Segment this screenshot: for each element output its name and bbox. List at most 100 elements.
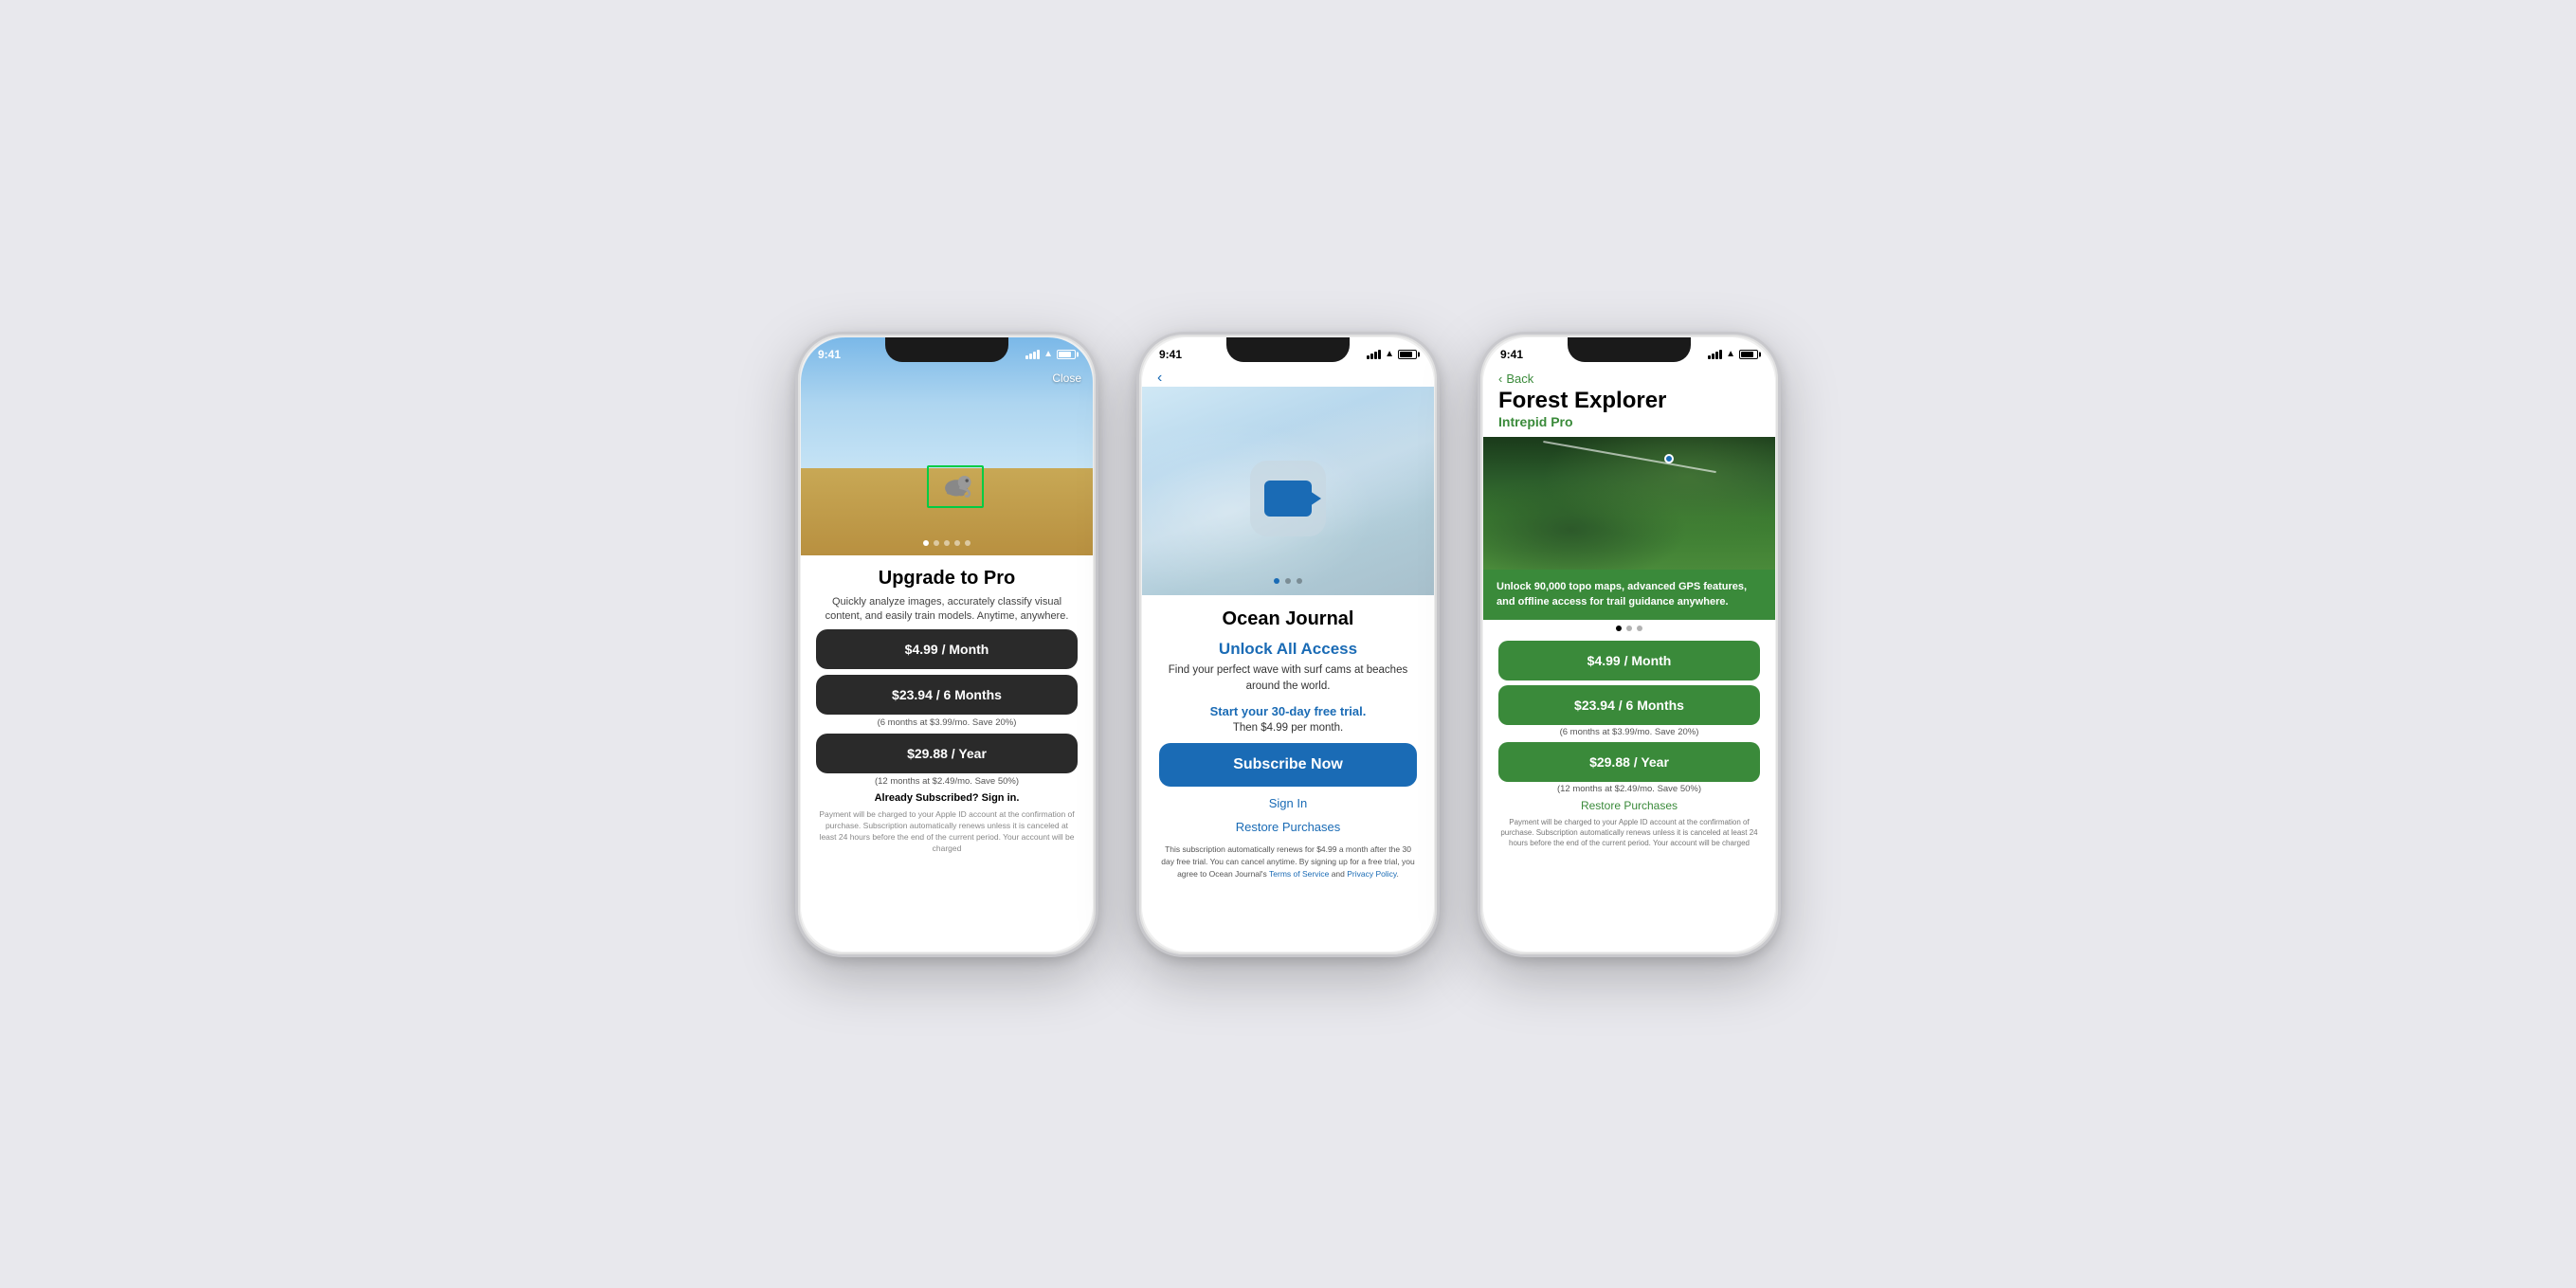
volume-down-button: [1478, 529, 1479, 576]
signal-bar-1: [1708, 355, 1711, 359]
phone3-body: $4.99 / Month $23.94 / 6 Months (6 month…: [1483, 633, 1775, 952]
signal-bar-2: [1029, 354, 1032, 359]
mute-button: [795, 429, 797, 458]
wifi-icon: ▲: [1726, 349, 1735, 359]
battery-fill: [1741, 352, 1753, 357]
forest-plan2-subtitle: (6 months at $3.99/mo. Save 20%): [1498, 727, 1760, 737]
phone2-nav: ‹: [1142, 368, 1434, 387]
signal-bar-4: [1378, 350, 1381, 359]
dot-2: [1626, 626, 1632, 631]
dot-1: [1274, 578, 1279, 584]
volume-up-button: [795, 472, 797, 519]
phone1-legal: Payment will be charged to your Apple ID…: [816, 809, 1078, 855]
status-time: 9:41: [818, 348, 841, 361]
feature-text: Unlock 90,000 topo maps, advanced GPS fe…: [1497, 579, 1762, 610]
signal-bar-3: [1374, 352, 1377, 359]
wifi-icon: ▲: [1043, 349, 1053, 359]
battery-fill: [1059, 352, 1071, 357]
detection-box: [927, 465, 984, 508]
plan1-button[interactable]: $4.99 / Month: [816, 629, 1078, 669]
phone3-screen: 9:41 ▲ ‹ Back: [1483, 337, 1775, 952]
dot-2: [934, 540, 939, 546]
mute-button: [1478, 429, 1479, 458]
close-button[interactable]: Close: [1052, 372, 1081, 385]
phone3-hero: [1483, 437, 1775, 570]
plan3-subtitle: (12 months at $2.49/mo. Save 50%): [816, 776, 1078, 787]
and-text: and: [1332, 869, 1345, 879]
plan3-button[interactable]: $29.88 / Year: [816, 734, 1078, 773]
dot-1: [1616, 626, 1622, 631]
forest-title: Forest Explorer: [1498, 388, 1760, 414]
dot-5: [965, 540, 971, 546]
phone3-nav: ‹ Back: [1483, 368, 1775, 388]
phone3-inner: 9:41 ▲ ‹ Back: [1483, 337, 1775, 952]
status-time: 9:41: [1159, 348, 1182, 361]
restore-purchases-link[interactable]: Restore Purchases: [1498, 799, 1760, 812]
privacy-link[interactable]: Privacy Policy: [1347, 869, 1396, 879]
back-chevron-icon[interactable]: ‹: [1498, 372, 1502, 386]
plan2-button[interactable]: $23.94 / 6 Months: [816, 675, 1078, 715]
signal-bar-1: [1367, 355, 1370, 359]
signal-bars: [1367, 350, 1381, 359]
power-button: [1779, 448, 1781, 505]
forest-plan3-button[interactable]: $29.88 / Year: [1498, 742, 1760, 782]
already-subscribed[interactable]: Already Subscribed? Sign in.: [816, 792, 1078, 804]
back-chevron-icon[interactable]: ‹: [1157, 370, 1162, 387]
battery-fill: [1400, 352, 1412, 357]
terms-link[interactable]: Terms of Service: [1269, 869, 1329, 879]
unlock-header: Unlock All Access: [1219, 640, 1357, 659]
video-icon-container: [1250, 461, 1326, 536]
phone2-body: Ocean Journal Unlock All Access Find you…: [1142, 595, 1434, 952]
dot-3: [1637, 626, 1642, 631]
phone1-inner: 9:41 ▲: [801, 337, 1093, 952]
signal-bar-3: [1715, 352, 1718, 359]
page-dots: [1274, 578, 1302, 584]
trial-subtext: Then $4.99 per month.: [1233, 722, 1343, 734]
forest-aerial: [1483, 437, 1775, 570]
battery-icon: [1057, 350, 1076, 359]
forest-legal: Payment will be charged to your Apple ID…: [1498, 817, 1760, 849]
phone-forest-explorer: 9:41 ▲ ‹ Back: [1478, 332, 1781, 957]
status-icons: ▲: [1708, 349, 1758, 359]
dot-1: [923, 540, 929, 546]
mute-button: [1136, 429, 1138, 458]
signal-bar-2: [1712, 354, 1714, 359]
legal-period: .: [1397, 869, 1399, 879]
ocean-title: Ocean Journal: [1223, 608, 1354, 630]
dot-2: [1285, 578, 1291, 584]
wifi-icon: ▲: [1385, 349, 1394, 359]
power-button: [1097, 448, 1098, 505]
status-time: 9:41: [1500, 348, 1523, 361]
status-icons: ▲: [1367, 349, 1417, 359]
phone2-inner: 9:41 ▲ ‹: [1142, 337, 1434, 952]
phone-upgrade-pro: 9:41 ▲: [795, 332, 1098, 957]
location-dot: [1664, 454, 1674, 463]
restore-purchases-link[interactable]: Restore Purchases: [1236, 820, 1341, 834]
power-button: [1438, 448, 1440, 505]
phone3-header: Forest Explorer Intrepid Pro: [1483, 388, 1775, 437]
volume-up-button: [1478, 472, 1479, 519]
video-camera-icon: [1264, 481, 1312, 517]
signal-bar-2: [1370, 354, 1373, 359]
forest-plan2-button[interactable]: $23.94 / 6 Months: [1498, 685, 1760, 725]
page-dots: [923, 540, 971, 546]
volume-down-button: [1136, 529, 1138, 576]
upgrade-subtitle: Quickly analyze images, accurately class…: [816, 595, 1078, 625]
status-icons: ▲: [1025, 349, 1076, 359]
sign-in-link[interactable]: Sign In: [1269, 796, 1307, 810]
battery-icon: [1739, 350, 1758, 359]
dot-3: [1297, 578, 1302, 584]
subscribe-button[interactable]: Subscribe Now: [1159, 743, 1417, 787]
upgrade-title: Upgrade to Pro: [816, 567, 1078, 590]
dot-3: [944, 540, 950, 546]
forest-plan1-button[interactable]: $4.99 / Month: [1498, 641, 1760, 680]
phone1-body: Upgrade to Pro Quickly analyze images, a…: [801, 555, 1093, 952]
back-label[interactable]: Back: [1506, 372, 1533, 386]
volume-down-button: [795, 529, 797, 576]
signal-bar-3: [1033, 352, 1036, 359]
dot-4: [954, 540, 960, 546]
plan2-subtitle: (6 months at $3.99/mo. Save 20%): [816, 717, 1078, 728]
notch: [1568, 337, 1691, 362]
signal-bars: [1708, 350, 1722, 359]
notch: [1226, 337, 1350, 362]
